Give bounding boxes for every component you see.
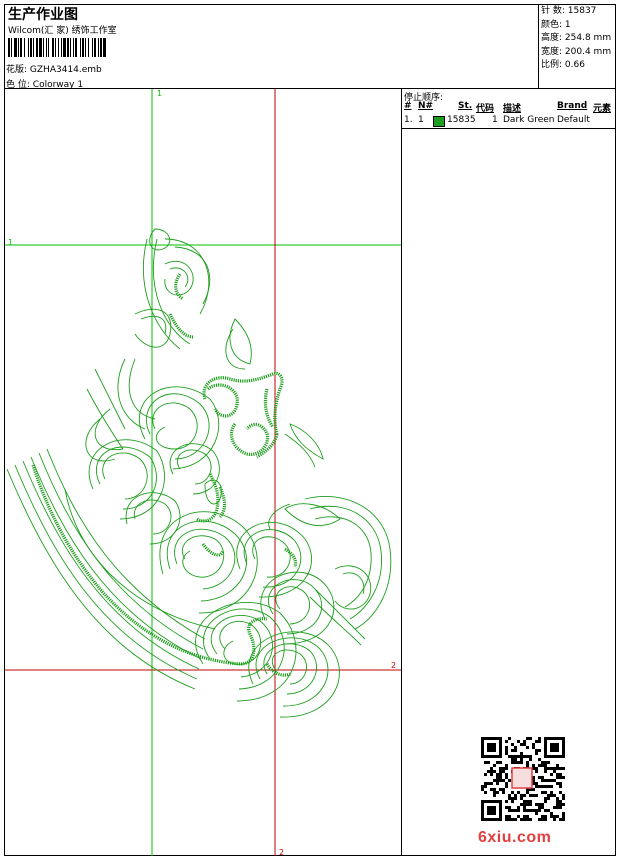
col-st: St. [458,101,473,111]
guide-label-h2: 2 [391,661,397,670]
stat-colors: 颜色: 1 [541,19,571,30]
barcode [8,38,153,57]
col-element: 元素 [593,104,612,114]
col-brand: Brand [557,101,588,111]
page-title: 生产作业图 [8,7,78,23]
col-num: # [404,101,412,111]
embroidery-outline [6,228,392,718]
column-divider [401,88,402,856]
stop-table-header: # N# St. 代码 描述 Brand 元素 [402,101,616,114]
guide-label-v2: 2 [279,848,285,857]
file-label: 花版: [6,65,28,75]
qr-code-watermark [481,737,565,821]
stat-stitches: 针 数: 15837 [541,6,597,16]
embroidery-design-canvas [5,89,401,856]
col-desc: 描述 [503,104,522,114]
site-watermark: 6xiu.com [478,829,552,846]
col-n: N# [418,101,434,111]
stat-ratio: 比例: 0.66 [541,60,585,70]
stat-width: 宽度: 200.4 mm [541,46,612,57]
stop-table-divider [402,128,616,129]
stats-panel: 针 数: 15837 颜色: 1 高度: 254.8 mm 宽度: 200.4 … [541,5,611,73]
file-value: GZHA3414.emb [29,65,102,75]
guide-label-h1: 1 [8,238,14,247]
stop-table-row: 1. 1 15835 1 Dark Green Default [402,115,616,128]
studio-name: Wilcom(汇 家) 绣饰工作室 [8,26,117,36]
file-info: 花版: GZHA3414.emb [6,62,102,75]
guide-label-v1: 1 [157,89,163,98]
guide-lines [5,89,401,856]
col-code: 代码 [476,104,495,114]
header-divider [538,4,539,88]
stat-height: 高度: 254.8 mm [541,33,612,43]
